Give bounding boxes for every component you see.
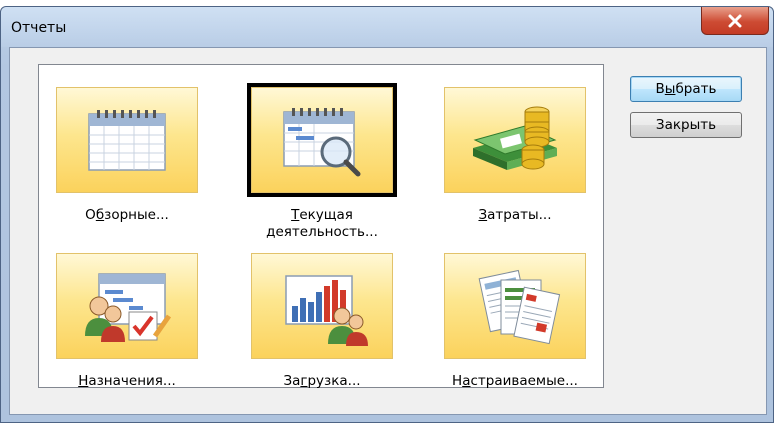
calendar-icon [88, 110, 166, 171]
tile-custom[interactable]: Настраиваемые... [444, 253, 586, 390]
tile-assignments[interactable]: Назначения... [56, 253, 198, 390]
tile-overview-image [56, 87, 198, 193]
tile-workload-label: Загрузка... [283, 373, 361, 389]
tile-workload[interactable]: Загрузка... [251, 253, 393, 390]
tile-overview-label: Обзорные... [85, 207, 169, 223]
assignment-people-icon [85, 273, 172, 342]
close-icon [728, 14, 742, 27]
close-button[interactable]: Закрыть [630, 112, 742, 138]
title-bar: Отчеты [1, 7, 773, 47]
tile-overview[interactable]: Обзорные... [56, 87, 198, 224]
calendar-magnifier-icon [283, 108, 361, 177]
close-window-button[interactable] [701, 7, 769, 35]
tile-current-activity-image [247, 83, 397, 197]
tile-costs[interactable]: Затраты... [444, 87, 586, 224]
dialog-body: Обзорные... Текущая деятельность... Затр… [9, 47, 767, 415]
tile-costs-image [444, 87, 586, 193]
tile-current-activity-label: Текущая деятельность... [266, 207, 378, 240]
tile-costs-label: Затраты... [478, 207, 552, 223]
reports-dialog: Отчеты Обзорные... Текущая деятельность.… [0, 6, 774, 423]
tile-custom-image [444, 253, 586, 359]
tile-current-activity[interactable]: Текущая деятельность... [247, 83, 397, 241]
tile-assignments-image [56, 253, 198, 359]
custom-reports-icon [478, 269, 561, 345]
tile-custom-label: Настраиваемые... [452, 373, 578, 389]
money-icon [473, 106, 557, 170]
dialog-title: Отчеты [11, 20, 67, 36]
report-categories-panel: Обзорные... Текущая деятельность... Затр… [38, 64, 604, 390]
tile-assignments-label: Назначения... [78, 373, 176, 389]
select-button[interactable]: Вы брать [630, 76, 742, 102]
tile-workload-image [251, 253, 393, 359]
workload-chart-icon [285, 275, 368, 346]
